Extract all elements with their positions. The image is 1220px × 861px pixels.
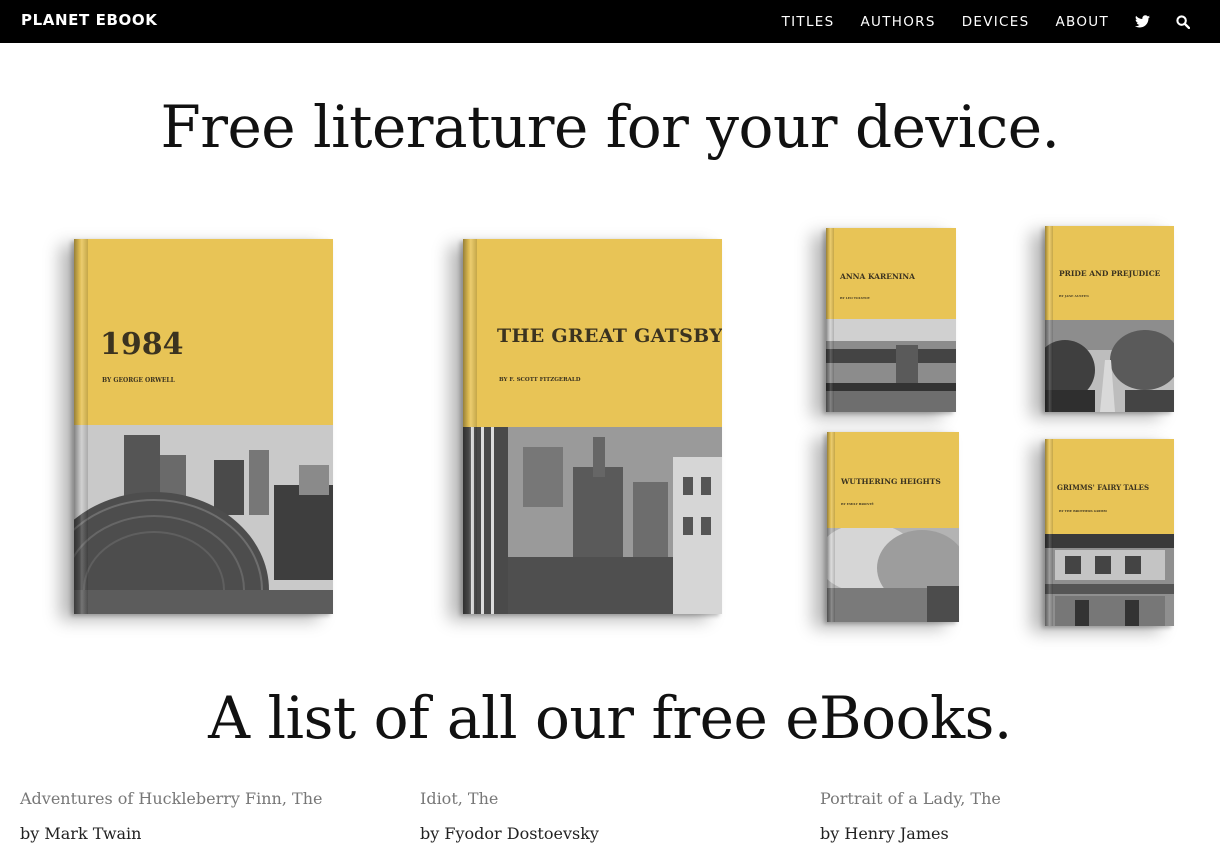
book-author: By F. Scott Fitzgerald: [499, 377, 581, 383]
book-author: By The Brothers Grimm: [1059, 509, 1107, 513]
list-item-author-link[interactable]: by Henry James: [820, 822, 1220, 846]
cover-photo-trees: [827, 528, 959, 622]
list-item-author-link[interactable]: by Fyodor Dostoevsky: [420, 822, 820, 846]
book-cover-grimms-fairy-tales[interactable]: Grimms' Fairy Tales By The Brothers Grim…: [1045, 439, 1174, 626]
cover-photo-train: [826, 319, 956, 412]
book-title: Wuthering Heights: [841, 477, 941, 486]
twitter-icon[interactable]: [1135, 15, 1150, 28]
top-navigation-bar: PLANET EBOOK TITLES AUTHORS DEVICES ABOU…: [0, 0, 1220, 43]
list-item-title-link[interactable]: Portrait of a Lady, The: [820, 787, 1220, 811]
list-item: Adventures of Huckleberry Finn, The by M…: [20, 787, 420, 846]
cover-photo-city: [74, 425, 333, 614]
book-spine: [1045, 439, 1053, 626]
list-item: Idiot, The by Fyodor Dostoevsky: [420, 787, 820, 846]
book-title: Pride and Prejudice: [1059, 269, 1161, 278]
book-title: 1984: [100, 327, 184, 362]
list-item-title-link[interactable]: Idiot, The: [420, 787, 820, 811]
nav-link-authors[interactable]: AUTHORS: [861, 14, 936, 30]
book-title: The Great Gatsby: [497, 325, 722, 347]
book-spine: [1045, 226, 1053, 412]
cover-photo-city: [463, 427, 722, 614]
cover-photo-garden: [1045, 320, 1174, 412]
book-spine: [827, 432, 835, 622]
book-author: By Leo Tolstoy: [840, 296, 870, 300]
list-item: Portrait of a Lady, The by Henry James: [820, 787, 1220, 846]
book-author: By Jane Austen: [1059, 294, 1089, 298]
book-spine: [74, 239, 88, 614]
list-item-author-link[interactable]: by Mark Twain: [20, 822, 420, 846]
book-title: Anna Karenina: [840, 272, 915, 281]
nav-link-devices[interactable]: DEVICES: [962, 14, 1030, 30]
ebook-list: Adventures of Huckleberry Finn, The by M…: [20, 787, 1220, 846]
book-author: By Emily Brontë: [841, 502, 874, 506]
hero-heading: Free literature for your device.: [160, 93, 1060, 161]
book-cover-wuthering-heights[interactable]: Wuthering Heights By Emily Brontë: [827, 432, 959, 622]
list-item-title-link[interactable]: Adventures of Huckleberry Finn, The: [20, 787, 420, 811]
main-nav: TITLES AUTHORS DEVICES ABOUT: [782, 0, 1220, 43]
book-title: Grimms' Fairy Tales: [1057, 483, 1150, 492]
ebook-list-heading: A list of all our free eBooks.: [208, 684, 1012, 752]
book-cover-pride-and-prejudice[interactable]: Pride and Prejudice By Jane Austen: [1045, 226, 1174, 412]
search-icon[interactable]: [1176, 14, 1190, 29]
book-cover-anna-karenina[interactable]: Anna Karenina By Leo Tolstoy: [826, 228, 956, 412]
nav-link-titles[interactable]: TITLES: [782, 14, 835, 30]
book-spine: [463, 239, 477, 614]
book-cover-1984[interactable]: 1984 By George Orwell: [74, 239, 333, 614]
cover-photo-building: [1045, 534, 1174, 626]
book-author: By George Orwell: [102, 377, 175, 384]
site-logo-link[interactable]: PLANET EBOOK: [21, 11, 157, 29]
book-spine: [826, 228, 834, 412]
nav-link-about[interactable]: ABOUT: [1055, 14, 1109, 30]
book-cover-the-great-gatsby[interactable]: The Great Gatsby By F. Scott Fitzgerald: [463, 239, 722, 614]
